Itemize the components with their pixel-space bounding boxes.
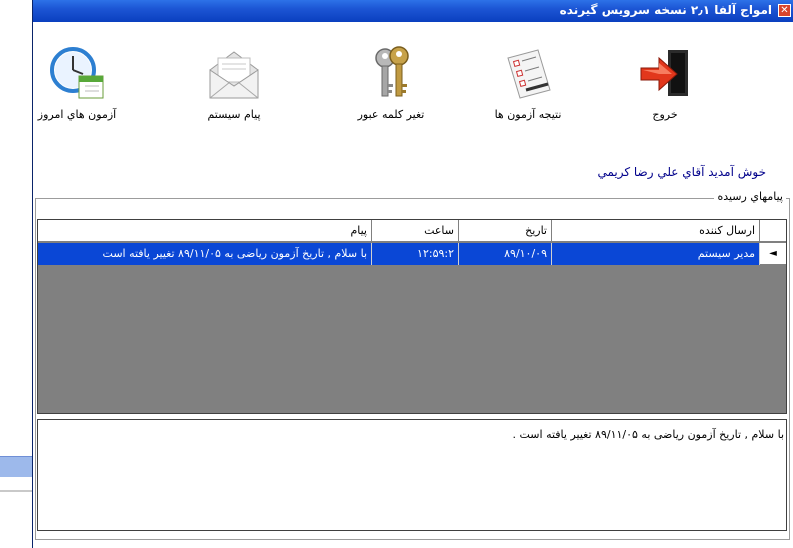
grid-corner-cell — [760, 220, 786, 242]
envelope-icon — [209, 51, 259, 99]
table-cell-message[interactable]: با سلام , تاريخ آزمون رياضى به ۸۹/۱۱/۰۵ … — [38, 243, 372, 265]
messages-grid[interactable]: ارسال كننده تاريخ ساعت پيام ◄ مدير سيستم… — [37, 219, 787, 414]
client-window: ✕ امواج آلفا ۲٫۱ نسخه سرويس گيرنده خروج — [32, 0, 793, 548]
received-messages-group-label: پيامهاي رسيده — [714, 190, 786, 203]
column-header-date[interactable]: تاريخ — [459, 220, 552, 242]
close-icon[interactable]: ✕ — [778, 4, 791, 17]
system-message-button[interactable]: پيام سيستم — [184, 44, 284, 144]
todays-exams-label: آزمون هاي امروز — [37, 108, 117, 121]
checklist-icon — [507, 49, 551, 99]
todays-exams-button[interactable]: آزمون هاي امروز — [27, 44, 127, 144]
table-cell-date[interactable]: ۸۹/۱۰/۰۹ — [459, 243, 552, 265]
system-message-label: پيام سيستم — [207, 108, 261, 121]
exit-label: خروج — [652, 108, 678, 121]
exit-door-icon — [640, 50, 688, 96]
column-header-sender[interactable]: ارسال كننده — [552, 220, 760, 242]
title-bar[interactable]: ✕ امواج آلفا ۲٫۱ نسخه سرويس گيرنده — [33, 0, 793, 22]
table-cell-sender[interactable]: مدير سيستم — [552, 243, 760, 265]
window-title: امواج آلفا ۲٫۱ نسخه سرويس گيرنده — [559, 3, 772, 17]
exam-results-label: نتيجه آزمون ها — [494, 108, 562, 121]
change-password-label: تغير كلمه عبور — [357, 108, 425, 121]
keys-icon — [375, 46, 409, 97]
clock-calendar-icon — [50, 47, 104, 99]
column-header-message[interactable]: پيام — [38, 220, 372, 242]
exit-button[interactable]: خروج — [615, 44, 715, 144]
welcome-message: خوش آمديد آقاي علي رضا كريمي — [597, 165, 766, 179]
exam-results-button[interactable]: نتيجه آزمون ها — [478, 44, 578, 144]
message-detail-textbox[interactable]: با سلام , تاريخ آزمون رياضى به ۸۹/۱۱/۰۵ … — [37, 419, 787, 531]
current-row-indicator[interactable]: ◄ — [760, 243, 786, 265]
change-password-button[interactable]: تغير كلمه عبور — [341, 44, 441, 144]
column-header-time[interactable]: ساعت — [372, 220, 459, 242]
table-cell-time[interactable]: ۱۲:۵۹:۲ — [372, 243, 459, 265]
